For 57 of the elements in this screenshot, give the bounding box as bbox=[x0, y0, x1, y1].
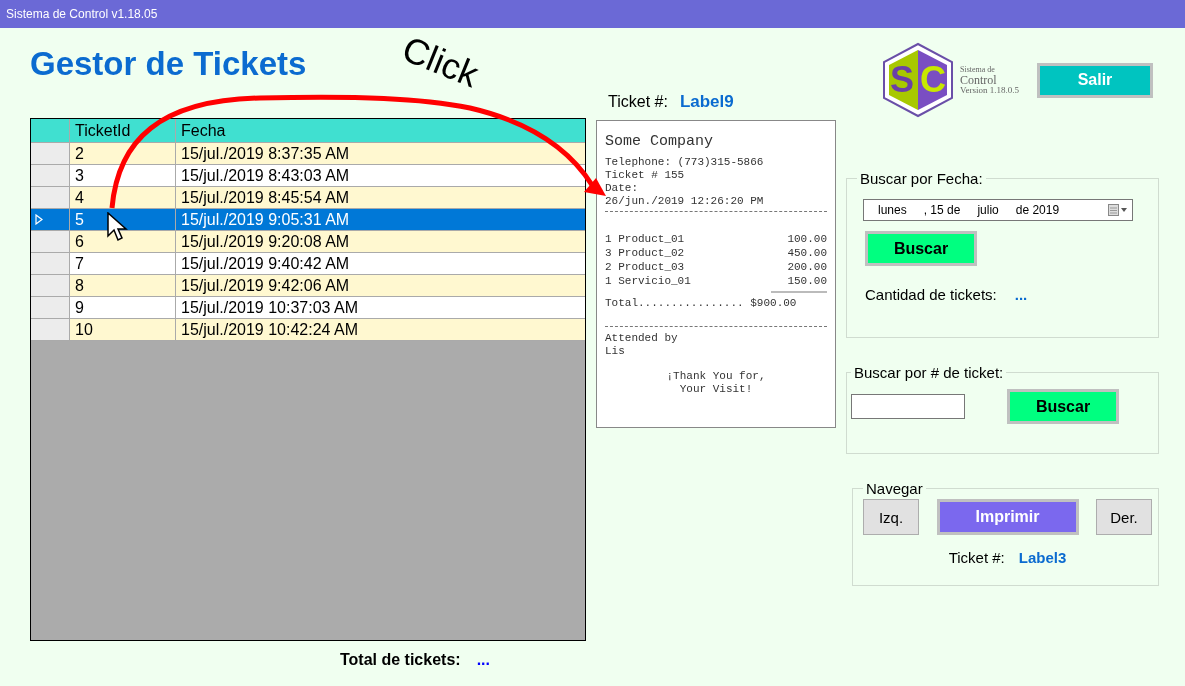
table-row[interactable]: 10 15/jul./2019 10:42:24 AM bbox=[31, 319, 585, 341]
total-value: ... bbox=[476, 651, 490, 669]
receipt-item: 2 Product_03 bbox=[605, 260, 685, 274]
search-button[interactable]: Buscar bbox=[865, 231, 977, 266]
group-title: Buscar por Fecha: bbox=[859, 170, 984, 187]
ticket-value: Label3 bbox=[1018, 549, 1067, 566]
count-value: ... bbox=[1014, 286, 1028, 303]
table-row[interactable]: 9 15/jul./2019 10:37:03 AM bbox=[31, 297, 585, 319]
table-row[interactable]: 6 15/jul./2019 9:20:08 AM bbox=[31, 231, 585, 253]
ticket-number-field[interactable] bbox=[851, 394, 965, 419]
annotation-label: Click bbox=[396, 28, 485, 97]
total-label: Total de tickets: bbox=[340, 651, 461, 669]
receipt-thanks: ¡Thank You for, bbox=[665, 370, 767, 383]
print-button[interactable]: Imprimir bbox=[936, 499, 1079, 535]
mouse-pointer-icon bbox=[107, 212, 129, 244]
current-row-icon bbox=[35, 214, 43, 225]
page-heading: Gestor de Tickets bbox=[30, 44, 307, 84]
table-cell: 15/jul./2019 10:42:24 AM bbox=[176, 319, 585, 341]
receipt-line: Date: bbox=[605, 182, 639, 195]
receipt-line: Telephone: (773)315-5866 bbox=[605, 156, 765, 169]
window-title: Sistema de Control v1.18.05 bbox=[6, 7, 158, 21]
group-title: Buscar por # de ticket: bbox=[853, 364, 1005, 381]
receipt-line: Lis bbox=[605, 345, 626, 358]
table-row[interactable]: 8 15/jul./2019 9:42:06 AM bbox=[31, 275, 585, 297]
table-row[interactable]: 7 15/jul./2019 9:40:42 AM bbox=[31, 253, 585, 275]
logo-text: Sistema de bbox=[960, 65, 996, 74]
previous-button[interactable]: Izq. bbox=[863, 499, 919, 535]
receipt-amount: 150.00 bbox=[787, 274, 827, 288]
receipt-item: 1 Product_01 bbox=[605, 232, 685, 246]
ticket-label: Ticket #: bbox=[608, 93, 668, 111]
date-picker[interactable]: lunes , 15 de julio de 2019 bbox=[863, 199, 1133, 221]
receipt-amount: 450.00 bbox=[787, 246, 827, 260]
ticket-value: Label9 bbox=[679, 92, 734, 112]
receipt-line: Attended by bbox=[605, 332, 679, 345]
calendar-dropdown-icon bbox=[1108, 204, 1128, 216]
receipt-item: 1 Servicio_01 bbox=[605, 274, 691, 288]
receipt-total: Total................ $900.00 bbox=[605, 297, 798, 310]
logo-hexagon-icon: SC bbox=[880, 42, 956, 118]
table-row[interactable]: 3 15/jul./2019 8:43:03 AM bbox=[31, 165, 585, 187]
table-cell: 10 bbox=[70, 319, 176, 341]
group-title: Navegar bbox=[865, 480, 924, 497]
table-row[interactable]: 2 15/jul./2019 8:37:35 AM bbox=[31, 143, 585, 165]
receipt-line: 26/jun./2019 12:26:20 PM bbox=[605, 195, 765, 208]
receipt-amount: 200.00 bbox=[787, 260, 827, 274]
logo-text: Control bbox=[960, 73, 998, 86]
receipt-item: 3 Product_02 bbox=[605, 246, 685, 260]
receipt-company: Some Company bbox=[605, 133, 715, 150]
table-row[interactable]: 5 15/jul./2019 9:05:31 AM bbox=[31, 209, 585, 231]
logo-version: Version 1.18.0.5 bbox=[960, 85, 1019, 95]
search-button[interactable]: Buscar bbox=[1007, 389, 1119, 424]
count-label: Cantidad de tickets: bbox=[865, 286, 997, 303]
receipt-amount: 100.00 bbox=[787, 232, 827, 246]
next-button[interactable]: Der. bbox=[1096, 499, 1152, 535]
receipt-line: Ticket # 155 bbox=[605, 169, 686, 182]
receipt-thanks: Your Visit! bbox=[678, 383, 754, 396]
ticket-label: Ticket #: bbox=[948, 549, 1005, 566]
table-row[interactable]: 4 15/jul./2019 8:45:54 AM bbox=[31, 187, 585, 209]
